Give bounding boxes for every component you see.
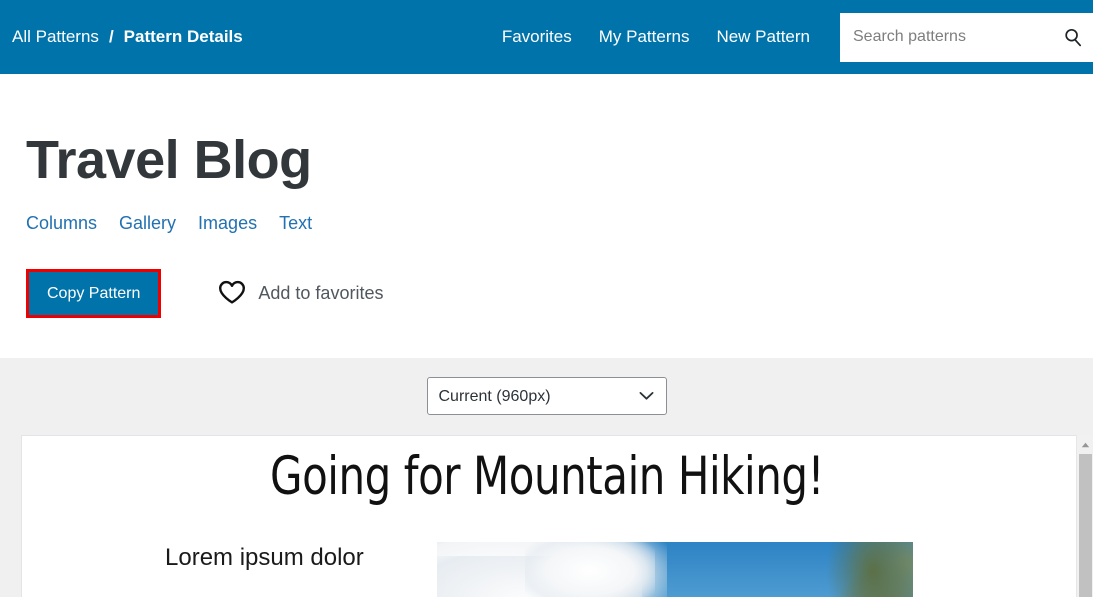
- pattern-actions: Copy Pattern Add to favorites: [26, 269, 1093, 318]
- header-nav: Favorites My Patterns New Pattern: [502, 27, 810, 47]
- nav-link-favorites[interactable]: Favorites: [502, 27, 572, 47]
- category-link-text[interactable]: Text: [279, 213, 312, 234]
- pattern-info-section: Travel Blog Columns Gallery Images Text …: [0, 74, 1093, 358]
- page-title: Travel Blog: [26, 74, 1093, 187]
- add-to-favorites-label: Add to favorites: [258, 283, 383, 304]
- add-to-favorites-button[interactable]: Add to favorites: [218, 280, 383, 308]
- breadcrumb-link-all-patterns[interactable]: All Patterns: [12, 27, 99, 47]
- search-submit-button[interactable]: [1063, 27, 1083, 47]
- search-input[interactable]: [840, 12, 1055, 63]
- breadcrumb-current-pattern-details: Pattern Details: [124, 27, 243, 47]
- pattern-preview-section: Current (960px) Going for Mountain Hikin…: [0, 358, 1093, 597]
- breadcrumb-separator: /: [109, 27, 114, 47]
- viewport-size-row: Current (960px): [0, 358, 1093, 415]
- pattern-category-links: Columns Gallery Images Text: [26, 213, 1093, 234]
- preview-image: [437, 542, 913, 597]
- category-link-columns[interactable]: Columns: [26, 213, 97, 234]
- scrollbar-thumb[interactable]: [1079, 454, 1092, 597]
- header-right-group: Favorites My Patterns New Pattern: [502, 13, 1093, 62]
- triangle-up-icon: [1081, 435, 1090, 453]
- preview-scrollbar[interactable]: [1076, 435, 1093, 597]
- category-link-gallery[interactable]: Gallery: [119, 213, 176, 234]
- heart-icon: [218, 280, 246, 308]
- copy-pattern-button[interactable]: Copy Pattern: [29, 272, 158, 315]
- cloud-shape: [525, 542, 655, 597]
- preview-body-text: Lorem ipsum dolor: [165, 542, 364, 572]
- search-box: [840, 13, 1093, 62]
- nav-link-new-pattern[interactable]: New Pattern: [716, 27, 810, 47]
- viewport-size-select[interactable]: Current (960px): [427, 377, 667, 415]
- pattern-preview-content: Going for Mountain Hiking! Lorem ipsum d…: [22, 436, 1072, 597]
- preview-heading: Going for Mountain Hiking!: [85, 436, 1009, 506]
- site-header: All Patterns / Pattern Details Favorites…: [0, 0, 1093, 74]
- scrollbar-up-button[interactable]: [1077, 435, 1093, 452]
- viewport-select-wrap: Current (960px): [427, 377, 667, 415]
- pine-tree-shape: [801, 542, 913, 597]
- category-link-images[interactable]: Images: [198, 213, 257, 234]
- breadcrumb: All Patterns / Pattern Details: [12, 27, 243, 47]
- pattern-preview-frame: Going for Mountain Hiking! Lorem ipsum d…: [21, 435, 1093, 597]
- nav-link-my-patterns[interactable]: My Patterns: [599, 27, 690, 47]
- preview-columns: Lorem ipsum dolor: [22, 542, 1072, 597]
- search-icon: [1063, 35, 1083, 50]
- copy-pattern-highlight: Copy Pattern: [26, 269, 161, 318]
